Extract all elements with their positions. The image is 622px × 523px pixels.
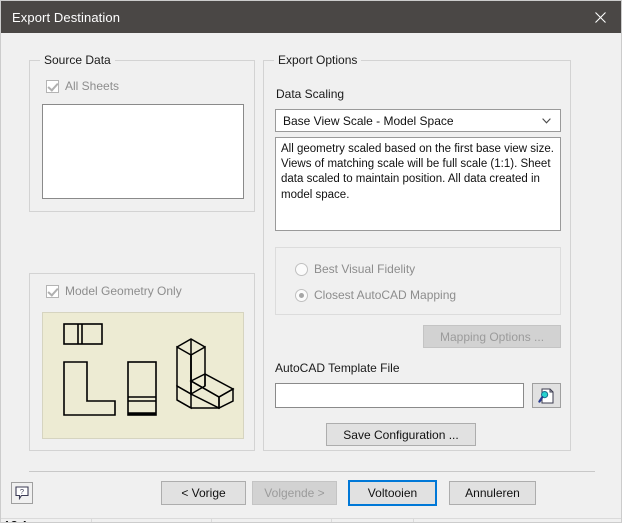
- front-view-l-shape-drawing: [63, 361, 116, 416]
- all-sheets-checkbox[interactable]: [46, 79, 59, 93]
- radio-row-best-visual-fidelity[interactable]: Best Visual Fidelity: [295, 262, 415, 276]
- model-geometry-group: Model Geometry Only: [29, 273, 255, 451]
- next-button-label: Volgende >: [264, 486, 325, 500]
- top-view-drawing: [63, 323, 103, 345]
- close-icon[interactable]: [577, 1, 621, 33]
- best-visual-fidelity-radio[interactable]: [295, 262, 308, 276]
- window-title: Export Destination: [12, 9, 121, 25]
- status-bar-divider: [413, 519, 414, 522]
- status-bar-divider: [211, 519, 212, 522]
- closest-autocad-mapping-label: Closest AutoCAD Mapping: [314, 288, 457, 302]
- back-button-label: < Vorige: [181, 486, 226, 500]
- help-bubble-glyph: ?: [15, 486, 29, 500]
- status-bar: 494: [1, 518, 621, 522]
- cancel-button[interactable]: Annuleren: [449, 481, 536, 505]
- preview-drawings: [63, 323, 235, 416]
- finish-button-label: Voltooien: [367, 486, 418, 500]
- model-geometry-preview: [42, 312, 244, 439]
- best-visual-fidelity-label: Best Visual Fidelity: [314, 262, 416, 276]
- data-scaling-selected-value: Base View Scale - Model Space: [283, 113, 454, 128]
- export-options-group: Export Options Data Scaling Base View Sc…: [263, 53, 571, 451]
- all-sheets-label: All Sheets: [65, 79, 120, 93]
- model-geometry-only-checkbox[interactable]: [46, 284, 59, 298]
- chevron-down-icon: [542, 117, 551, 124]
- fidelity-radio-panel: Best Visual Fidelity Closest AutoCAD Map…: [275, 247, 561, 315]
- model-geometry-only-label: Model Geometry Only: [65, 284, 182, 298]
- footer-separator: [29, 471, 595, 472]
- next-button[interactable]: Volgende >: [252, 481, 337, 505]
- data-scaling-description: All geometry scaled based on the first b…: [275, 137, 561, 231]
- save-configuration-button[interactable]: Save Configuration ...: [326, 423, 476, 446]
- source-data-group: Source Data All Sheets: [29, 53, 255, 212]
- isometric-view-drawing: [176, 338, 235, 410]
- closest-autocad-mapping-radio[interactable]: [295, 288, 308, 302]
- browse-template-file-button[interactable]: [532, 383, 561, 408]
- mapping-options-label: Mapping Options ...: [439, 329, 545, 344]
- svg-text:?: ?: [20, 487, 24, 496]
- all-sheets-checkbox-row[interactable]: All Sheets: [46, 79, 119, 93]
- document-search-icon: [537, 388, 553, 403]
- export-options-group-label: Export Options: [274, 53, 362, 67]
- autocad-template-file-input[interactable]: [275, 383, 524, 408]
- finish-button[interactable]: Voltooien: [348, 480, 437, 506]
- side-view-drawing: [127, 361, 157, 416]
- source-sheets-listbox[interactable]: [42, 104, 244, 199]
- status-bar-divider: [91, 519, 92, 522]
- export-destination-dialog: Export Destination Source Data All Sheet…: [0, 0, 622, 523]
- back-button[interactable]: < Vorige: [161, 481, 246, 505]
- dialog-client-area: Source Data All Sheets Model Geometry On…: [1, 33, 621, 522]
- autocad-template-file-label: AutoCAD Template File: [275, 361, 400, 375]
- close-glyph: [594, 11, 606, 23]
- title-bar: Export Destination: [1, 1, 621, 33]
- save-configuration-label: Save Configuration ...: [343, 427, 459, 442]
- help-question-icon[interactable]: ?: [11, 482, 33, 504]
- source-data-group-label: Source Data: [40, 53, 115, 67]
- data-scaling-label: Data Scaling: [276, 87, 345, 101]
- model-geometry-only-checkbox-row[interactable]: Model Geometry Only: [46, 284, 182, 298]
- data-scaling-select[interactable]: Base View Scale - Model Space: [275, 109, 561, 132]
- cancel-button-label: Annuleren: [465, 486, 520, 500]
- mapping-options-button[interactable]: Mapping Options ...: [423, 325, 561, 348]
- radio-row-closest-autocad-mapping[interactable]: Closest AutoCAD Mapping: [295, 288, 456, 302]
- status-bar-divider: [331, 519, 332, 522]
